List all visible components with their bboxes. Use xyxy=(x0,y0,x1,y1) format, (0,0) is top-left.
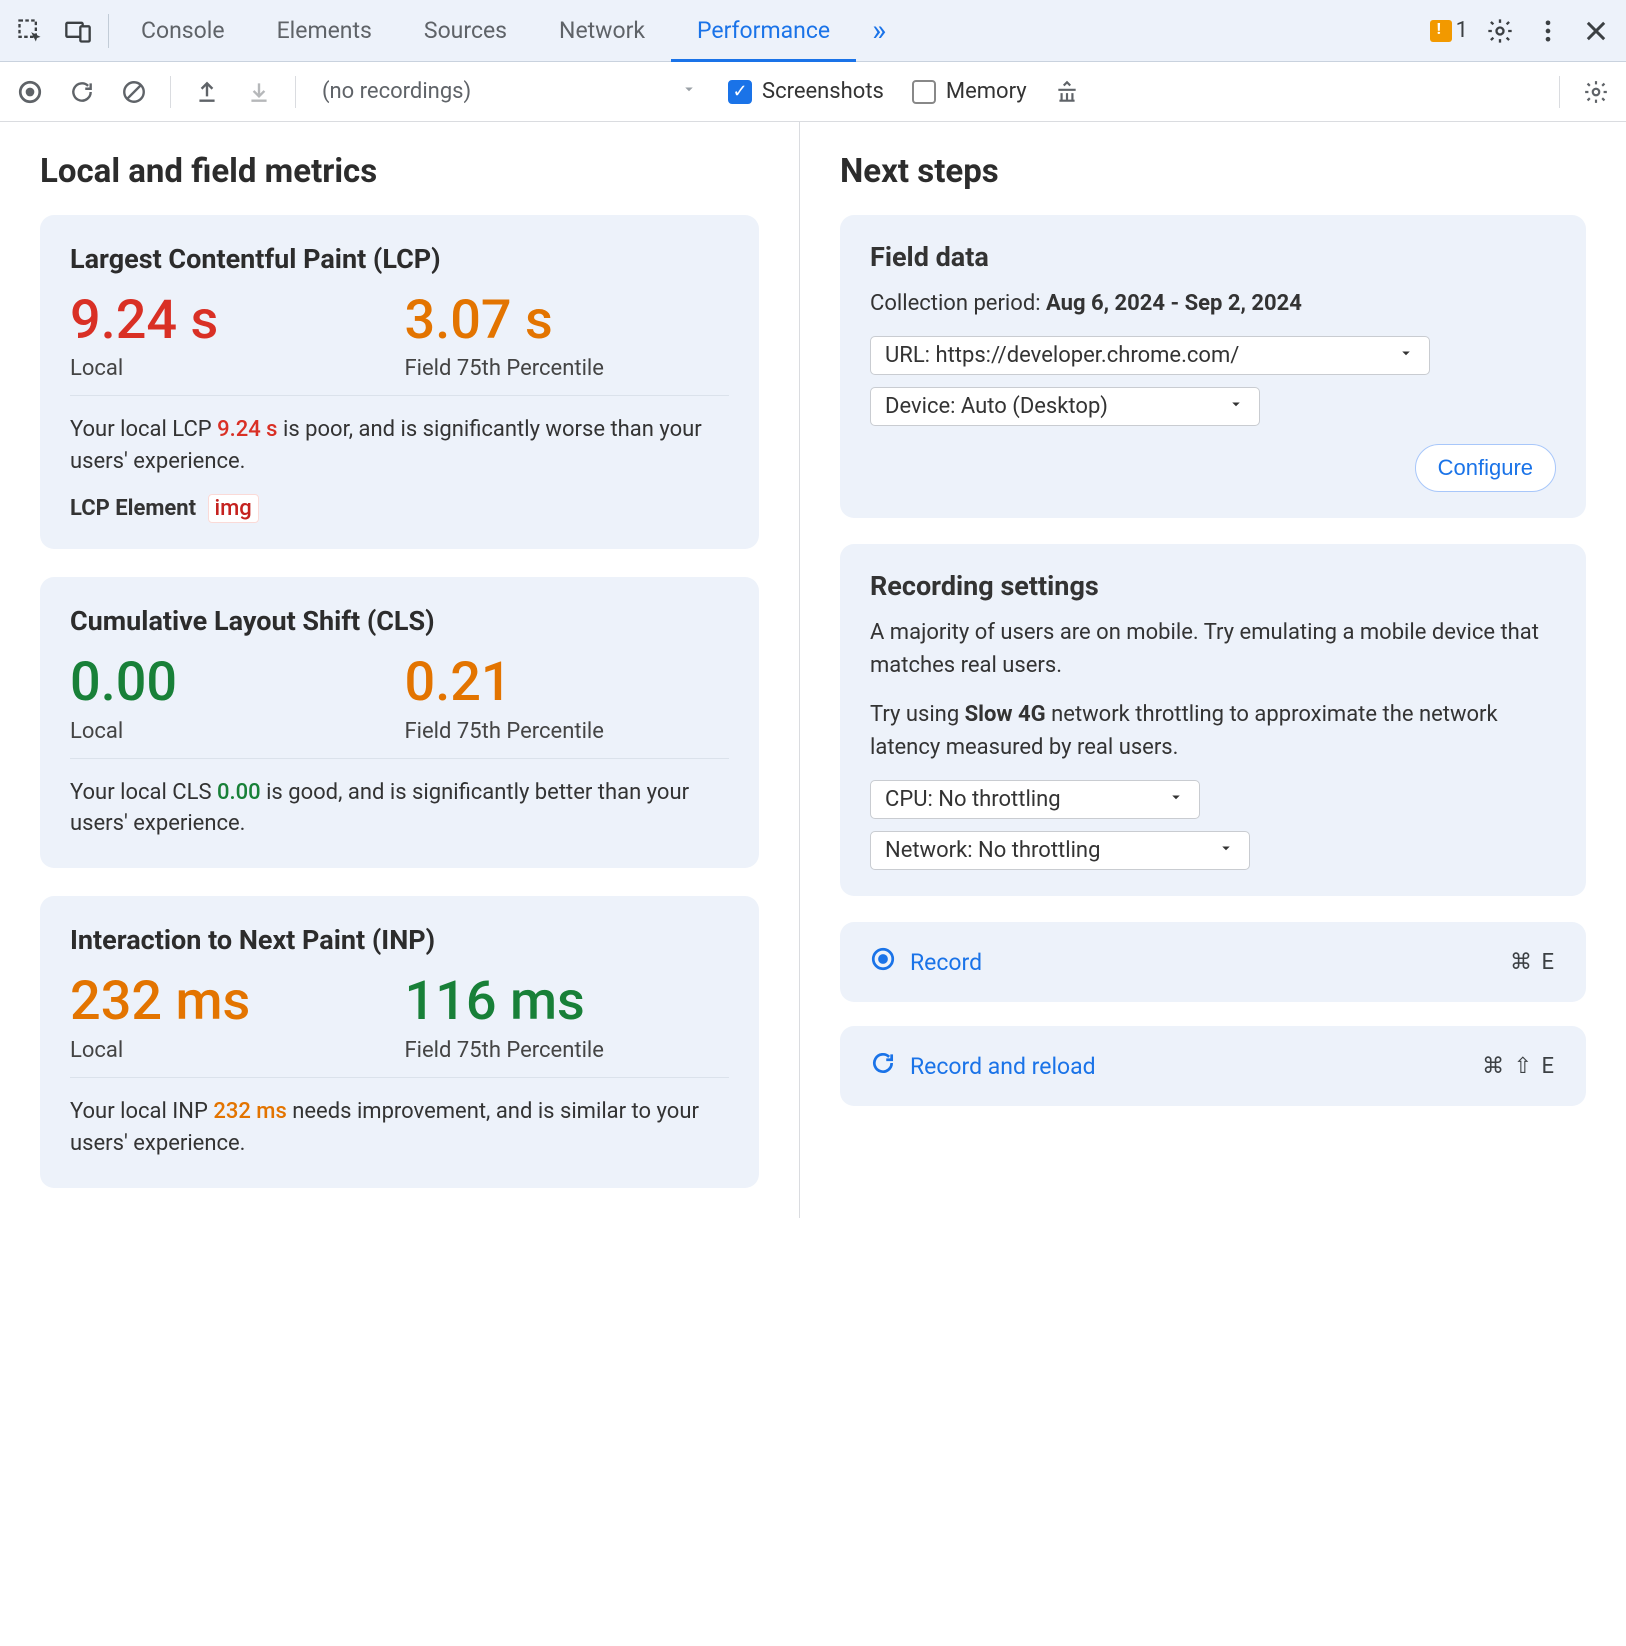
recording-settings-p2: Try using Slow 4G network throttling to … xyxy=(870,698,1556,764)
chevron-down-icon xyxy=(1167,787,1185,812)
record-dot-icon xyxy=(870,946,896,978)
issues-count: 1 xyxy=(1456,18,1468,43)
separator xyxy=(1559,76,1560,108)
lcp-card: Largest Contentful Paint (LCP) 9.24 s Lo… xyxy=(40,215,759,549)
tab-sources[interactable]: Sources xyxy=(398,0,533,62)
tab-network[interactable]: Network xyxy=(533,0,671,62)
inp-heading: Interaction to Next Paint (INP) xyxy=(70,924,729,956)
inp-description: Your local INP 232 ms needs improvement,… xyxy=(70,1096,729,1160)
cls-local-value: 0.00 xyxy=(70,653,395,712)
collection-period: Collection period: Aug 6, 2024 - Sep 2, … xyxy=(870,287,1556,320)
tabs: ConsoleElementsSourcesNetworkPerformance xyxy=(115,0,856,62)
lcp-heading: Largest Contentful Paint (LCP) xyxy=(70,243,729,275)
next-steps-column: Next steps Field data Collection period:… xyxy=(800,122,1626,1218)
chevron-down-icon xyxy=(680,79,698,104)
lcp-element-row: LCP Element img xyxy=(70,496,729,521)
inp-local-value: 232 ms xyxy=(70,972,395,1031)
inspect-element-icon[interactable] xyxy=(6,7,54,55)
separator xyxy=(108,14,109,48)
metrics-title: Local and field metrics xyxy=(40,152,759,191)
field-data-heading: Field data xyxy=(870,241,1556,273)
settings-gear-icon[interactable] xyxy=(1476,7,1524,55)
upload-icon[interactable] xyxy=(185,70,229,114)
devtools-tabbar: ConsoleElementsSourcesNetworkPerformance… xyxy=(0,0,1626,62)
collect-garbage-icon[interactable] xyxy=(1045,70,1089,114)
tab-performance[interactable]: Performance xyxy=(671,0,856,62)
recordings-dropdown[interactable]: (no recordings) xyxy=(310,79,710,104)
chevron-down-icon xyxy=(1217,838,1235,863)
record-reload-label: Record and reload xyxy=(910,1053,1096,1080)
lcp-element-label: LCP Element xyxy=(70,496,196,521)
cpu-throttling-select[interactable]: CPU: No throttling xyxy=(870,780,1200,819)
lcp-local-value: 9.24 s xyxy=(70,291,395,350)
warning-icon xyxy=(1430,20,1452,42)
record-reload-action[interactable]: Record and reload ⌘ ⇧ E xyxy=(840,1026,1586,1106)
record-button-icon[interactable] xyxy=(8,70,52,114)
record-action[interactable]: Record ⌘ E xyxy=(840,922,1586,1002)
chevron-down-icon xyxy=(1397,343,1415,368)
record-shortcut: ⌘ E xyxy=(1510,950,1556,975)
performance-toolbar: (no recordings) Screenshots Memory xyxy=(0,62,1626,122)
cls-field-value: 0.21 xyxy=(405,653,730,712)
recordings-label: (no recordings) xyxy=(322,79,471,104)
cls-local-label: Local xyxy=(70,719,395,744)
download-icon[interactable] xyxy=(237,70,281,114)
issues-badge[interactable]: 1 xyxy=(1422,18,1476,43)
lcp-field-label: Field 75th Percentile xyxy=(405,356,730,381)
recording-settings-heading: Recording settings xyxy=(870,570,1556,602)
tab-elements[interactable]: Elements xyxy=(251,0,398,62)
lcp-local-label: Local xyxy=(70,356,395,381)
screenshots-label: Screenshots xyxy=(762,79,884,104)
chevron-down-icon xyxy=(1227,394,1245,419)
inp-field-label: Field 75th Percentile xyxy=(405,1038,730,1063)
reload-icon xyxy=(870,1050,896,1082)
screenshots-checkbox[interactable]: Screenshots xyxy=(718,79,894,104)
main-content: Local and field metrics Largest Contentf… xyxy=(0,122,1626,1218)
memory-checkbox[interactable]: Memory xyxy=(902,79,1037,104)
close-icon[interactable] xyxy=(1572,7,1620,55)
inp-field-value: 116 ms xyxy=(405,972,730,1031)
inp-card: Interaction to Next Paint (INP) 232 ms L… xyxy=(40,896,759,1187)
network-throttling-select[interactable]: Network: No throttling xyxy=(870,831,1250,870)
memory-label: Memory xyxy=(946,79,1027,104)
field-data-card: Field data Collection period: Aug 6, 202… xyxy=(840,215,1586,518)
device-select[interactable]: Device: Auto (Desktop) xyxy=(870,387,1260,426)
separator xyxy=(170,76,171,108)
checkbox-checked-icon xyxy=(728,80,752,104)
cls-heading: Cumulative Layout Shift (CLS) xyxy=(70,605,729,637)
capture-settings-gear-icon[interactable] xyxy=(1574,70,1618,114)
checkbox-unchecked-icon xyxy=(912,80,936,104)
record-label: Record xyxy=(910,949,982,976)
cls-description: Your local CLS 0.00 is good, and is sign… xyxy=(70,777,729,841)
lcp-field-value: 3.07 s xyxy=(405,291,730,350)
tab-console[interactable]: Console xyxy=(115,0,251,62)
lcp-element-token[interactable]: img xyxy=(208,494,259,523)
reload-icon[interactable] xyxy=(60,70,104,114)
configure-button[interactable]: Configure xyxy=(1415,444,1556,492)
recording-settings-p1: A majority of users are on mobile. Try e… xyxy=(870,616,1556,682)
separator xyxy=(295,76,296,108)
record-reload-shortcut: ⌘ ⇧ E xyxy=(1482,1054,1556,1079)
metrics-column: Local and field metrics Largest Contentf… xyxy=(0,122,800,1218)
more-tabs-icon[interactable]: » xyxy=(856,13,902,48)
cls-field-label: Field 75th Percentile xyxy=(405,719,730,744)
device-toolbar-icon[interactable] xyxy=(54,7,102,55)
recording-settings-card: Recording settings A majority of users a… xyxy=(840,544,1586,896)
url-select[interactable]: URL: https://developer.chrome.com/ xyxy=(870,336,1430,375)
inp-local-label: Local xyxy=(70,1038,395,1063)
kebab-menu-icon[interactable] xyxy=(1524,7,1572,55)
next-steps-title: Next steps xyxy=(840,152,1586,191)
cls-card: Cumulative Layout Shift (CLS) 0.00 Local… xyxy=(40,577,759,868)
lcp-description: Your local LCP 9.24 s is poor, and is si… xyxy=(70,414,729,478)
clear-icon[interactable] xyxy=(112,70,156,114)
